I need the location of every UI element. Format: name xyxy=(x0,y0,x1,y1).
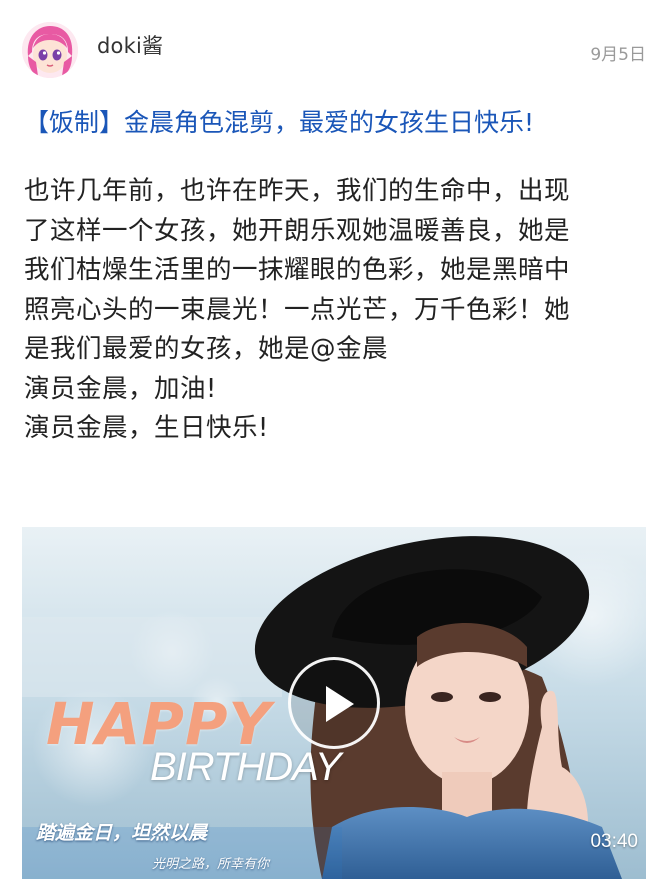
body-line-mention[interactable]: 是我们最爱的女孩，她是@金晨 xyxy=(24,330,656,370)
post-header: doki酱 9月5日 xyxy=(0,0,668,100)
post-body: 也许几年前，也许在昨天，我们的生命中，出现 了这样一个女孩，她开朗乐观她温暖善良… xyxy=(24,172,656,449)
body-line: 我们枯燥生活里的一抹耀眼的色彩，她是黑暗中 xyxy=(24,255,571,285)
video-overlay-birthday: BIRTHDAY xyxy=(150,745,342,789)
body-line: 照亮心头的一束晨光！一点光芒，万千色彩！她 xyxy=(24,294,571,325)
video-duration: 03:40 xyxy=(590,831,638,852)
video-overlay-caption: 踏遍金日，坦然以晨 xyxy=(36,822,208,844)
post-page: doki酱 9月5日 【饭制】金晨角色混剪，最爱的女孩生日快乐! 也许几年前，也… xyxy=(0,0,668,879)
body-line: 了这样一个女孩，她开朗乐观她温暖善良，她是 xyxy=(24,215,571,246)
body-line: 演员金晨，生日快乐! xyxy=(24,413,269,443)
post-date: 9月5日 xyxy=(590,45,646,65)
author-name[interactable]: doki酱 xyxy=(97,30,163,60)
body-line: 也许几年前，也许在昨天，我们的生命中，出现 xyxy=(24,176,571,206)
post-title[interactable]: 【饭制】金晨角色混剪，最爱的女孩生日快乐! xyxy=(24,103,654,143)
anime-girl-avatar-icon xyxy=(22,22,78,78)
play-icon xyxy=(326,686,354,722)
video-overlay-subcaption: 光明之路，所幸有你 xyxy=(152,857,270,872)
body-line: 演员金晨，加油! xyxy=(24,373,217,404)
avatar[interactable] xyxy=(22,22,78,78)
play-button[interactable] xyxy=(288,657,380,749)
